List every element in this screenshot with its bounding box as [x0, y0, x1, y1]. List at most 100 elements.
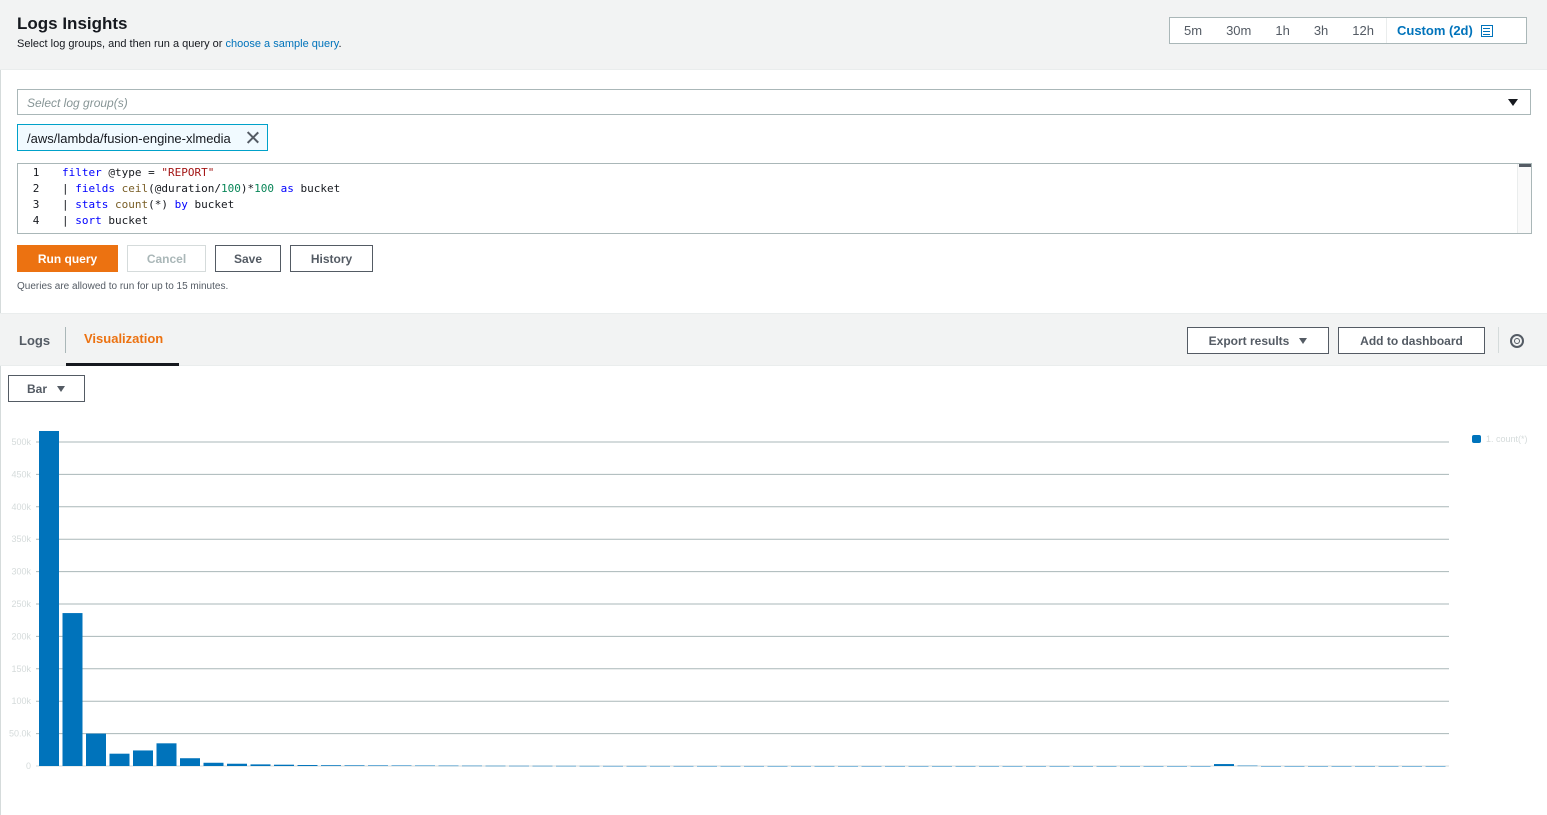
save-button[interactable]: Save: [215, 245, 281, 272]
code-text: | sort bucket: [62, 213, 149, 227]
bar: [1261, 765, 1281, 767]
y-tick-label: 200k: [11, 631, 31, 641]
bar: [1143, 765, 1164, 767]
log-group-token: /aws/lambda/fusion-engine-xlmedia: [17, 124, 268, 151]
bar: [650, 765, 670, 767]
gear-icon[interactable]: [1510, 334, 1524, 348]
bar: [1026, 765, 1046, 767]
add-to-dashboard-button[interactable]: Add to dashboard: [1338, 327, 1485, 354]
time-option-30m[interactable]: 30m: [1214, 18, 1263, 43]
bar: [180, 758, 200, 766]
bar: [791, 765, 811, 767]
bar: [767, 765, 788, 767]
bar: [1308, 765, 1328, 767]
close-icon[interactable]: [246, 131, 259, 144]
legend-label: 1. count(*): [1486, 434, 1528, 444]
bar: [1096, 765, 1117, 767]
bar: [438, 765, 459, 767]
history-button[interactable]: History: [290, 245, 373, 272]
bar: [1237, 765, 1258, 767]
bar: [1402, 765, 1422, 767]
y-tick-label: 300k: [11, 567, 31, 577]
bar: [1378, 765, 1399, 767]
bar: [1190, 765, 1211, 767]
y-tick-label: 350k: [11, 534, 31, 544]
bar: [744, 765, 764, 767]
bar: [1355, 765, 1375, 767]
bar: [626, 765, 647, 767]
bar-chart: 0 50.0k 100k 150k 200k 250k 300k 350k 400k 450k 50…: [0, 420, 1547, 815]
bar: [885, 765, 905, 767]
code-line-1: 1 filter @type = "REPORT": [18, 164, 1508, 180]
code-line-2: 2 | fields ceil(@duration/100)*100 as bu…: [18, 180, 1508, 196]
bar: [1049, 765, 1070, 767]
y-tick-label: 150k: [11, 664, 31, 674]
bar: [603, 765, 623, 767]
y-tick-label: 400k: [11, 502, 31, 512]
bar: [415, 765, 435, 767]
bar: [1167, 765, 1187, 767]
code-line-4: 4 | sort bucket: [18, 212, 1508, 228]
bar: [1120, 765, 1140, 767]
time-option-custom[interactable]: Custom (2d): [1386, 18, 1505, 43]
tab-logs[interactable]: Logs: [19, 314, 50, 366]
bar: [579, 765, 600, 767]
query-time-hint: Queries are allowed to run for up to 15 …: [17, 281, 229, 292]
bar: [485, 765, 506, 767]
bar: [86, 733, 106, 766]
visualization-type-label: Bar: [27, 381, 48, 396]
bar: [1002, 765, 1023, 767]
subtitle-text: Select log groups, and then run a query …: [17, 38, 226, 50]
bar: [509, 765, 529, 767]
time-range-selector: 5m 30m 1h 3h 12h Custom (2d): [1169, 17, 1527, 44]
bar: [697, 765, 717, 767]
code-text: | fields ceil(@duration/100)*100 as buck…: [62, 181, 341, 195]
bar: [203, 762, 224, 766]
custom-range-label: Custom (2d): [1397, 23, 1473, 38]
bar: [156, 743, 177, 766]
bar: [532, 765, 553, 767]
log-group-select[interactable]: Select log group(s): [17, 89, 1531, 115]
bar: [250, 764, 271, 766]
line-number: 3: [32, 197, 40, 211]
tab-visualization[interactable]: Visualization: [66, 314, 179, 366]
query-editor[interactable]: 1 filter @type = "REPORT" 2 | fields cei…: [17, 163, 1532, 234]
time-option-12h[interactable]: 12h: [1340, 18, 1386, 43]
code-line-3: 3 | stats count(*) by bucket: [18, 196, 1508, 212]
bar: [955, 765, 976, 767]
log-group-token-label: /aws/lambda/fusion-engine-xlmedia: [27, 131, 231, 146]
bar: [297, 765, 318, 766]
bar: [673, 765, 694, 767]
y-tick-label: 50.0k: [9, 729, 32, 739]
bar: [133, 750, 153, 766]
bar: [556, 765, 576, 767]
page-header: Logs Insights Select log groups, and the…: [0, 0, 1547, 70]
page-title: Logs Insights: [17, 14, 128, 33]
bar: [274, 764, 294, 766]
subtitle-suffix: .: [338, 38, 342, 50]
results-tabbar: Logs Visualization Export results Add to…: [0, 313, 1547, 366]
code-text: filter @type = "REPORT": [62, 165, 215, 179]
run-query-button[interactable]: Run query: [17, 245, 118, 272]
bar: [1214, 764, 1234, 766]
export-results-button[interactable]: Export results: [1187, 327, 1329, 354]
log-group-placeholder: Select log group(s): [27, 96, 128, 110]
time-option-3h[interactable]: 3h: [1302, 18, 1340, 43]
bar: [1073, 765, 1093, 767]
page-subtitle: Select log groups, and then run a query …: [17, 38, 342, 50]
time-option-1h[interactable]: 1h: [1263, 18, 1301, 43]
cancel-button[interactable]: Cancel: [127, 245, 206, 272]
y-tick-label: 500k: [11, 437, 31, 447]
bar: [908, 765, 929, 767]
editor-scrollbar[interactable]: [1517, 164, 1531, 233]
bar: [368, 765, 388, 766]
bar: [838, 765, 858, 767]
y-tick-label: 0: [26, 761, 31, 771]
calendar-icon: [1480, 24, 1493, 37]
visualization-type-select[interactable]: Bar: [8, 375, 85, 402]
sample-query-link[interactable]: choose a sample query: [226, 38, 339, 50]
time-option-5m[interactable]: 5m: [1170, 18, 1214, 43]
bar: [1425, 765, 1446, 767]
y-tick-label: 100k: [11, 696, 31, 706]
bar: [932, 765, 952, 767]
